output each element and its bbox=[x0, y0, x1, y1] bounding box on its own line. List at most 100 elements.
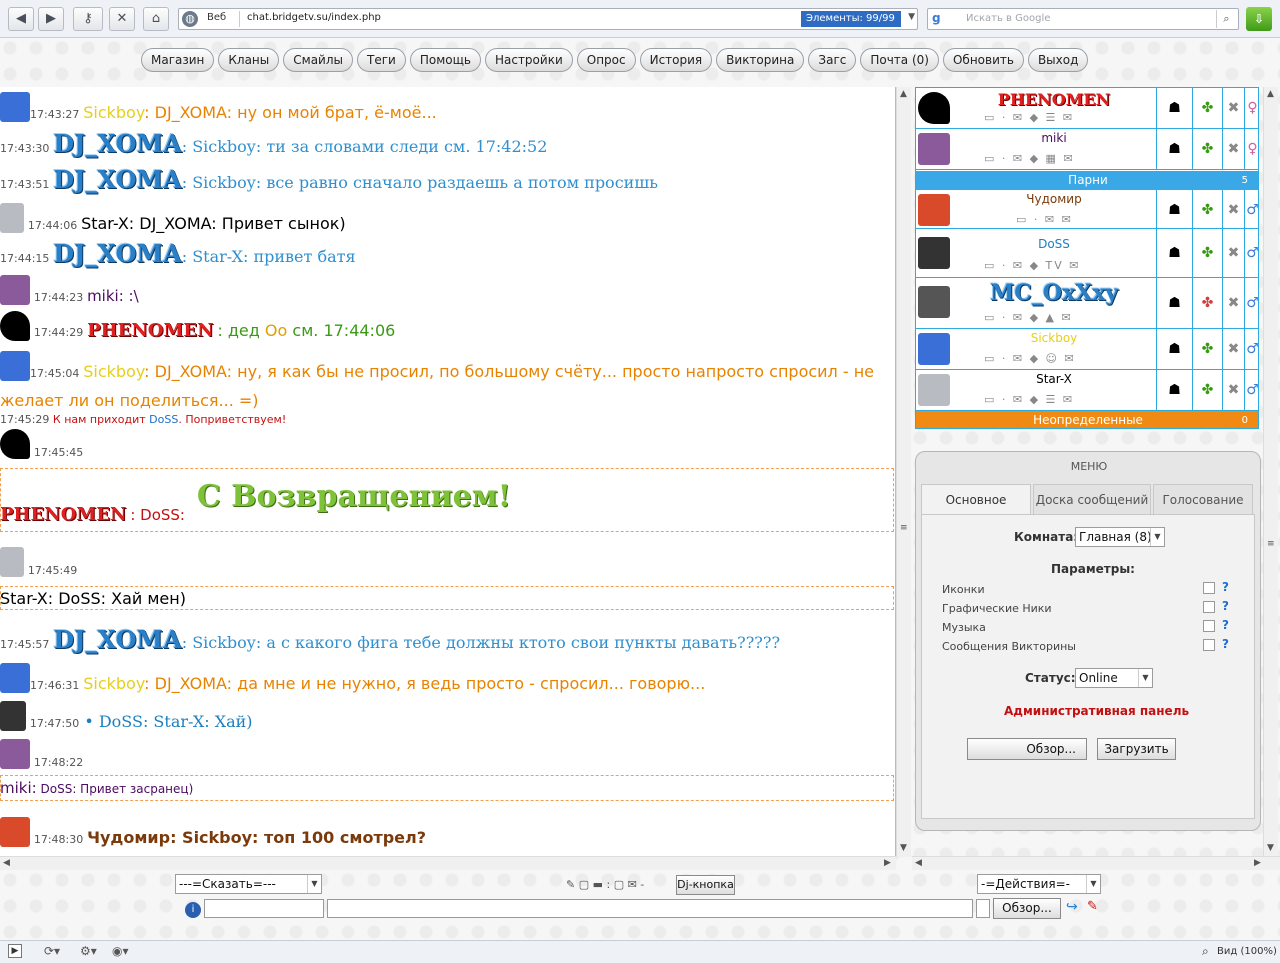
chat-horizontal-scrollbar[interactable]: ◀ ▶ bbox=[0, 856, 896, 870]
unite-icon[interactable]: ◉▾ bbox=[112, 944, 129, 958]
recipient-input[interactable] bbox=[204, 899, 324, 918]
rank-icon: ☗ bbox=[1156, 329, 1192, 370]
sender-name[interactable]: Sickboy bbox=[83, 103, 144, 122]
url-text[interactable]: chat.bridgetv.su/index.php bbox=[247, 12, 381, 23]
nav-mail-button[interactable]: Почта (0) bbox=[860, 48, 939, 72]
user-row[interactable]: PHENOMEN ▭ · ✉ ◆ ☰ ✉ ☗ ✤ ✖ ♀ bbox=[916, 88, 1258, 129]
param-graphic-nicks-checkbox[interactable] bbox=[1203, 601, 1215, 613]
tab-voting[interactable]: Голосование bbox=[1153, 484, 1253, 514]
user-link[interactable]: DoSS bbox=[149, 413, 178, 426]
user-name[interactable]: PHENOMEN bbox=[954, 90, 1154, 109]
graphic-nick[interactable]: DJ_XOMA bbox=[53, 165, 181, 194]
elements-badge[interactable]: Элементы: 99/99 bbox=[801, 11, 901, 27]
user-row[interactable]: Sickboy ▭ · ✉ ◆ ☺ ✉ ☗ ✤ ✖ ♂ bbox=[916, 329, 1258, 370]
help-icon[interactable]: ? bbox=[1222, 618, 1229, 632]
say-select[interactable]: ---=Сказать=--- ▼ bbox=[175, 874, 322, 894]
user-name[interactable]: miki bbox=[954, 131, 1154, 145]
user-row[interactable]: Star-X ▭ · ✉ ◆ ☰ ✉ ☗ ✤ ✖ ♂ bbox=[916, 370, 1258, 411]
browse-button[interactable]: Обзор... bbox=[967, 738, 1087, 760]
param-music-checkbox[interactable] bbox=[1203, 620, 1215, 632]
zoom-icon[interactable]: ⌕ bbox=[1202, 944, 1209, 959]
nav-exit-button[interactable]: Выход bbox=[1027, 48, 1089, 72]
user-row[interactable]: DoSS ▭ · ✉ ◆ TV ✉ ☗ ✤ ✖ ♂ bbox=[916, 229, 1258, 278]
gear-icon[interactable]: ✖ bbox=[1222, 370, 1244, 411]
chat-message-body: Star-X: DoSS: Хай мен) bbox=[0, 589, 895, 608]
group-header-undefined[interactable]: Неопределенные 0 bbox=[916, 411, 1258, 428]
user-name[interactable]: MC_OxXxy bbox=[954, 280, 1154, 306]
user-name[interactable]: DoSS bbox=[954, 237, 1154, 251]
sender-name[interactable]: Sickboy bbox=[83, 674, 144, 693]
room-select[interactable]: Главная (8) ▼ bbox=[1075, 527, 1165, 547]
panel-toggle-icon[interactable]: ▶ bbox=[8, 944, 22, 958]
graphic-nick[interactable]: PHENOMEN bbox=[87, 320, 214, 341]
send-icon[interactable]: ↪ bbox=[1066, 899, 1078, 915]
admin-panel-link[interactable]: Административная панель bbox=[1004, 704, 1189, 718]
panel-horizontal-scrollbar[interactable]: ◀ ▶ bbox=[912, 856, 1280, 870]
upload-button[interactable]: Загрузить bbox=[1097, 738, 1176, 760]
gear-icon[interactable]: ✖ bbox=[1222, 88, 1244, 129]
search-icon[interactable]: ⌕ bbox=[1216, 10, 1236, 28]
file-path-input[interactable] bbox=[976, 899, 990, 918]
toolbar-icons[interactable]: ✎ ▢ ▬ : ▢ ✉ - bbox=[566, 878, 644, 891]
nav-settings-button[interactable]: Настройки bbox=[484, 48, 573, 72]
nav-shop-button[interactable]: Магазин bbox=[141, 48, 215, 72]
key-icon[interactable]: ⚷ bbox=[73, 7, 103, 31]
graphic-nick[interactable]: DJ_XOMA bbox=[53, 625, 181, 654]
address-bar[interactable]: ◍ Веб chat.bridgetv.su/index.php Элемент… bbox=[178, 8, 918, 30]
stop-icon[interactable]: ✕ bbox=[109, 7, 135, 31]
sender-name[interactable]: Sickboy bbox=[83, 362, 144, 381]
info-icon[interactable]: i bbox=[185, 902, 201, 918]
gear-icon[interactable]: ✖ bbox=[1222, 278, 1244, 329]
download-icon[interactable]: ⇩ bbox=[1246, 7, 1272, 31]
turbo-icon[interactable]: ⚙▾ bbox=[80, 944, 97, 958]
nav-quiz-button[interactable]: Викторина bbox=[716, 48, 805, 72]
tab-message-board[interactable]: Доска сообщений bbox=[1033, 484, 1151, 514]
chevron-down-icon[interactable]: ▼ bbox=[908, 12, 915, 22]
group-header-boys[interactable]: Парни 5 bbox=[916, 171, 1258, 190]
user-row[interactable]: MC_OxXxy ▭ · ✉ ◆ ▲ ✉ ☗ ✤ ✖ ♂ bbox=[916, 278, 1258, 329]
help-icon[interactable]: ? bbox=[1222, 599, 1229, 613]
user-name[interactable]: Чудомир bbox=[954, 192, 1154, 206]
graphic-nick[interactable]: DJ_XOMA bbox=[53, 239, 181, 268]
robot-avatar-icon bbox=[0, 547, 24, 577]
sender-name[interactable]: miki: bbox=[0, 779, 37, 797]
help-icon[interactable]: ? bbox=[1222, 580, 1229, 594]
param-icons-checkbox[interactable] bbox=[1203, 582, 1215, 594]
user-row[interactable]: miki ▭ · ✉ ◆ ▦ ✉ ☗ ✤ ✖ ♀ bbox=[916, 129, 1258, 170]
gear-icon[interactable]: ✖ bbox=[1222, 229, 1244, 278]
message-input[interactable] bbox=[327, 899, 973, 918]
panel-vertical-scrollbar[interactable]: ▲ ≡ ▼ bbox=[1263, 87, 1278, 857]
user-row[interactable]: Чудомир ▭ · ✉ ✉ ☗ ✤ ✖ ♂ bbox=[916, 190, 1258, 229]
graphic-nick[interactable]: PHENOMEN bbox=[0, 504, 127, 525]
help-icon[interactable]: ? bbox=[1222, 637, 1229, 651]
user-name[interactable]: Sickboy bbox=[954, 331, 1154, 345]
gear-icon[interactable]: ✖ bbox=[1222, 329, 1244, 370]
gear-icon[interactable]: ✖ bbox=[1222, 190, 1244, 229]
anime-avatar-icon bbox=[0, 275, 30, 305]
back-icon[interactable]: ◀ bbox=[8, 7, 34, 31]
nav-history-button[interactable]: История bbox=[639, 48, 713, 72]
nav-help-button[interactable]: Помощь bbox=[409, 48, 481, 72]
nav-refresh-button[interactable]: Обновить bbox=[942, 48, 1024, 72]
user-name[interactable]: Star-X bbox=[954, 372, 1154, 386]
nav-tags-button[interactable]: Теги bbox=[357, 48, 406, 72]
sync-icon[interactable]: ⟳▾ bbox=[44, 944, 60, 958]
clear-icon[interactable]: ✎ bbox=[1087, 899, 1098, 914]
nav-registry-button[interactable]: Загс bbox=[808, 48, 857, 72]
nav-clans-button[interactable]: Кланы bbox=[218, 48, 280, 72]
chat-vertical-scrollbar[interactable]: ▲ ≡ ▼ bbox=[896, 87, 911, 857]
status-select[interactable]: Online ▼ bbox=[1075, 668, 1153, 688]
dj-button[interactable]: Dj-кнопка bbox=[676, 875, 735, 895]
graphic-nick[interactable]: DJ_XOMA bbox=[53, 129, 181, 158]
bottom-browse-button[interactable]: Обзор... bbox=[993, 898, 1061, 919]
nav-poll-button[interactable]: Опрос bbox=[576, 48, 636, 72]
search-input[interactable]: g Искать в Google ⌕ bbox=[927, 8, 1239, 30]
actions-select[interactable]: -=Действия=- ▼ bbox=[977, 874, 1101, 894]
gear-icon[interactable]: ✖ bbox=[1222, 129, 1244, 170]
param-quiz-checkbox[interactable] bbox=[1203, 639, 1215, 651]
home-icon[interactable]: ⌂ bbox=[143, 7, 169, 31]
forward-icon[interactable]: ▶ bbox=[38, 7, 64, 31]
nav-smiles-button[interactable]: Смайлы bbox=[283, 48, 353, 72]
zoom-level[interactable]: Вид (100%) bbox=[1217, 946, 1277, 957]
tab-main[interactable]: Основное bbox=[921, 484, 1031, 514]
